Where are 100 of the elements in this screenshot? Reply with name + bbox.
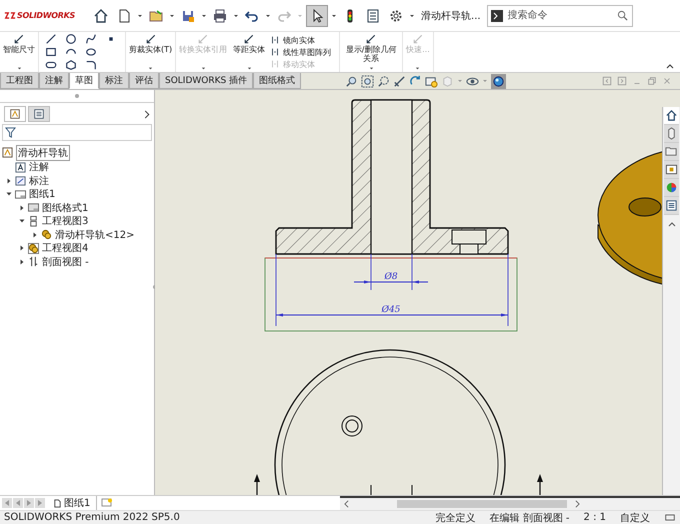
ribbon-button[interactable]: 智能尺寸 [3, 33, 35, 54]
zoom-area-icon[interactable] [361, 74, 374, 88]
sketch-tool-icon [270, 59, 280, 69]
rotate-icon[interactable] [409, 74, 422, 88]
ribbon-button[interactable]: 显示/删除几何关系 [343, 33, 400, 64]
part-icon [28, 242, 39, 254]
line-tool-icon[interactable] [45, 33, 57, 45]
caret-icon[interactable] [16, 66, 22, 71]
status-text: 完全定义 [436, 512, 476, 524]
ribbon-tab[interactable]: 草图 [69, 73, 99, 89]
zoom-to-fit-icon[interactable] [345, 74, 358, 88]
search-icon[interactable] [616, 10, 628, 20]
polygon-tool-icon[interactable] [65, 59, 77, 71]
sheet-icon [15, 188, 26, 200]
sketch-tool-icon [365, 33, 378, 45]
collapse-arrow-icon[interactable] [6, 191, 12, 198]
sheet-icon [28, 202, 39, 214]
expand-arrow-icon[interactable] [32, 232, 38, 238]
status-text: 自定义 [620, 512, 650, 524]
feature-tree-tab-icon[interactable] [4, 106, 26, 122]
filter-icon [5, 127, 16, 138]
sketch-tool-icon [243, 33, 256, 45]
add-sheet-icon[interactable] [101, 498, 114, 508]
caret-icon[interactable] [265, 12, 272, 18]
caret-icon[interactable] [368, 66, 374, 71]
caret-icon[interactable] [169, 12, 176, 18]
document-title: 滑动杆导轨... [421, 10, 481, 22]
notification-icon[interactable] [664, 513, 676, 522]
section-view-icon [28, 256, 39, 268]
sketch-tool-icon [270, 47, 280, 57]
tree-item[interactable]: 图纸格式1 [42, 200, 88, 215]
tree-item[interactable]: 剖面视图 - [42, 254, 89, 269]
ellipse-tool-icon[interactable] [85, 46, 97, 58]
section-arrow [537, 474, 543, 495]
fillet-tool-icon[interactable] [85, 59, 97, 71]
tree-root-item[interactable]: 滑动杆导轨 [16, 144, 70, 161]
caret-icon[interactable] [148, 66, 154, 71]
ribbon-tab[interactable]: 图纸格式 [253, 73, 302, 89]
spline-tool-icon[interactable] [85, 33, 97, 45]
pan-icon[interactable] [393, 74, 406, 88]
caret-icon[interactable] [246, 66, 252, 71]
appearance-icon[interactable] [491, 74, 506, 88]
filter-field[interactable] [2, 124, 152, 141]
home-icon[interactable] [664, 107, 679, 125]
circle-tool-icon[interactable] [65, 33, 77, 45]
caret-icon[interactable] [233, 12, 240, 18]
ribbon-button[interactable]: 剪裁实体(T) [129, 33, 172, 54]
rectangle-tool-icon[interactable] [45, 46, 57, 58]
collapse-ribbon-icon[interactable] [666, 63, 674, 69]
sketch-tool-icon [412, 33, 424, 45]
property-tab-icon[interactable] [28, 106, 50, 122]
ribbon-tab[interactable]: 工程图 [0, 73, 39, 89]
annotation-icon [15, 162, 26, 173]
tree-item[interactable]: 工程视图4 [42, 241, 88, 256]
expand-arrow-icon[interactable] [19, 245, 25, 252]
dimension-text: Ø45 [382, 305, 400, 315]
tree-item[interactable]: 注解 [29, 160, 49, 174]
caret-icon[interactable] [409, 12, 416, 18]
status-text: SOLIDWORKS Premium 2022 SP5.0 [4, 512, 180, 523]
ribbon-button[interactable]: 镜向实体 [270, 34, 332, 46]
expand-arrow-icon[interactable] [19, 204, 25, 211]
sketch-tool-icon [197, 33, 210, 45]
view-settings-icon[interactable] [425, 74, 438, 88]
part-library-icon[interactable] [664, 125, 679, 143]
splitter-handle[interactable] [75, 94, 79, 98]
sketch-tool-icon [13, 33, 25, 45]
search-field[interactable]: 搜索命令 [486, 4, 633, 26]
caret-icon[interactable] [331, 12, 338, 18]
slot-tool-icon[interactable] [45, 59, 57, 71]
scroll-up-icon[interactable] [668, 221, 676, 227]
ribbon-tab[interactable]: 注解 [39, 73, 69, 89]
caret-icon[interactable] [200, 66, 206, 71]
view-palette-icon[interactable] [664, 161, 679, 179]
app-logo: SOLIDWORKS [4, 11, 76, 20]
chevron-right-icon[interactable] [144, 110, 150, 118]
dimension-text: Ø8 [384, 272, 398, 282]
ribbon-tab[interactable]: 评估 [129, 73, 159, 89]
ribbon-tab[interactable]: 标注 [99, 73, 129, 89]
zoom-icon[interactable] [377, 74, 390, 88]
select-pointer-icon[interactable] [306, 4, 328, 26]
caret-icon[interactable] [137, 12, 144, 18]
tree-item[interactable]: 滑动杆导轨<12> [55, 228, 134, 242]
properties-icon[interactable] [664, 197, 679, 215]
sketch-tool-icon [144, 33, 157, 45]
tree-item[interactable]: 标注 [29, 174, 49, 188]
drawing-view-icon [28, 216, 39, 227]
dimension-folder-icon [15, 175, 26, 186]
folder-icon[interactable] [664, 143, 679, 161]
horizontal-scrollbar[interactable] [340, 496, 680, 510]
expand-arrow-icon[interactable] [6, 178, 12, 184]
tree-item[interactable]: 工程视图3 [42, 214, 88, 228]
ribbon-button[interactable]: 等距实体 [233, 33, 266, 54]
caret-icon[interactable] [415, 66, 420, 71]
ribbon-tab[interactable]: SOLIDWORKS 插件 [159, 73, 254, 89]
part-icon [41, 229, 52, 240]
expand-arrow-icon[interactable] [19, 258, 25, 265]
collapse-arrow-icon[interactable] [19, 218, 25, 224]
caret-icon[interactable] [201, 12, 208, 18]
tree-item[interactable]: 图纸1 [29, 187, 56, 202]
ribbon-button[interactable]: 线性草图阵列 [270, 46, 332, 58]
